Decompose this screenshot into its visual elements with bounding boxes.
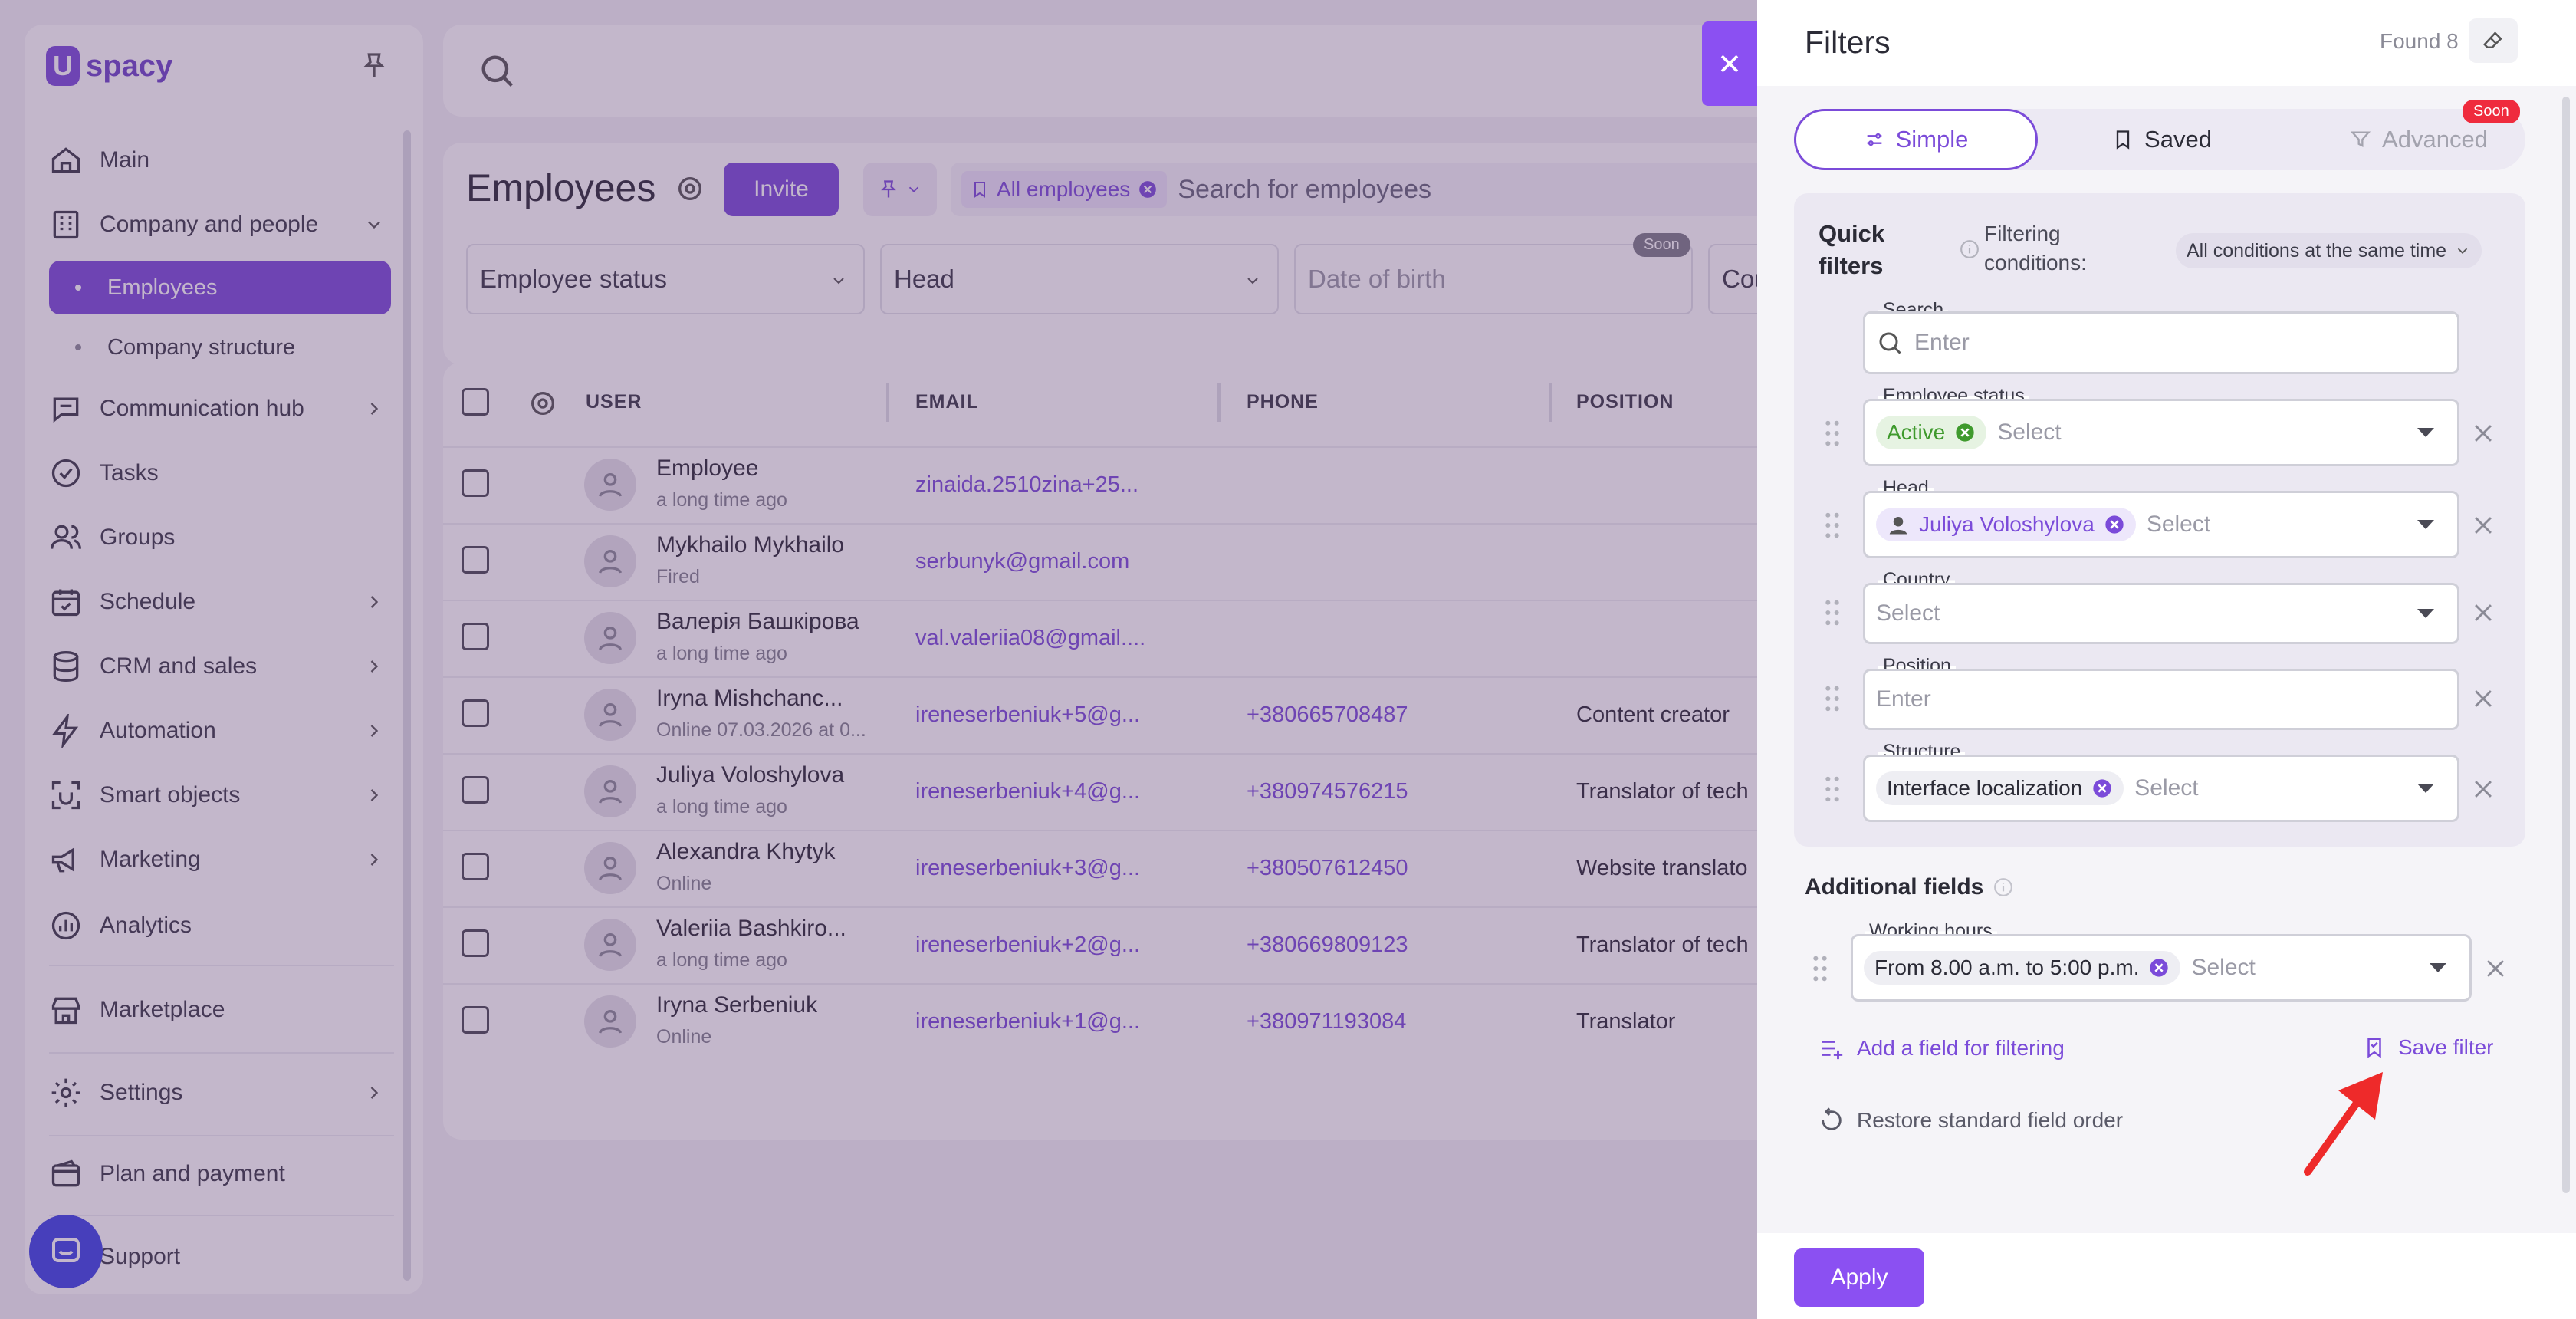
drag-handle-icon[interactable]: [1825, 600, 1840, 626]
tab-label: Advanced: [2382, 126, 2488, 153]
apply-button[interactable]: Apply: [1794, 1248, 1924, 1307]
drag-handle-icon[interactable]: [1825, 512, 1840, 538]
dropdown-caret-icon: [2430, 963, 2446, 972]
select-placeholder: Select: [1876, 600, 1940, 626]
modal-backdrop[interactable]: [0, 0, 1757, 1319]
bookmark-icon: [2116, 130, 2130, 150]
select-placeholder: Select: [2134, 775, 2199, 801]
add-list-icon: [1822, 1041, 1843, 1060]
filter-icon: [2350, 131, 2371, 148]
drawer-scrollbar[interactable]: [2562, 97, 2570, 1193]
structure-field[interactable]: Interface localization Select: [1863, 755, 2459, 822]
select-placeholder: Select: [2146, 511, 2211, 537]
additional-fields-title: Additional fields: [1805, 874, 1984, 900]
avatar-icon: [1889, 517, 1907, 535]
close-circle-icon[interactable]: [2091, 778, 2113, 799]
clear-filters-button[interactable]: [2469, 18, 2518, 63]
link-label: Save filter: [2398, 1035, 2494, 1059]
search-icon: [1879, 332, 1901, 354]
close-circle-icon[interactable]: [2104, 514, 2125, 535]
tab-label: Simple: [1895, 126, 1969, 153]
add-field-link[interactable]: Add a field for filtering: [1819, 1035, 2065, 1061]
search-placeholder: Enter: [1914, 330, 1970, 355]
select-placeholder: Select: [1997, 419, 2062, 445]
dropdown-caret-icon: [2417, 784, 2434, 793]
label-line: Filtering: [1984, 222, 2061, 245]
drag-handle-icon[interactable]: [1825, 776, 1840, 802]
employee-status-field[interactable]: Active Select: [1863, 399, 2459, 466]
chip-label: Active: [1887, 420, 1946, 444]
drawer-title: Filters: [1805, 25, 1891, 60]
close-icon[interactable]: [2470, 512, 2496, 538]
close-icon[interactable]: [2470, 420, 2496, 446]
save-filter-button[interactable]: Save filter: [2363, 1035, 2494, 1060]
select-placeholder: Select: [2191, 955, 2256, 980]
title-line: Quick: [1819, 220, 1885, 247]
close-icon[interactable]: [2470, 686, 2496, 712]
close-icon: [1720, 54, 1739, 73]
sliders-icon: [1867, 133, 1881, 146]
working-hours-field[interactable]: From 8.00 a.m. to 5:00 p.m. Select: [1851, 934, 2472, 1002]
bookmark-icon: [2367, 1038, 2381, 1058]
dropdown-caret-icon: [2417, 609, 2434, 618]
close-circle-icon[interactable]: [2148, 957, 2170, 979]
link-label: Add a field for filtering: [1857, 1036, 2065, 1060]
info-icon[interactable]: [1993, 877, 2013, 897]
drag-handle-icon[interactable]: [1825, 420, 1840, 446]
filtering-conditions-dropdown[interactable]: All conditions at the same time: [2176, 233, 2482, 268]
drag-handle-icon[interactable]: [1812, 956, 1828, 982]
position-field[interactable]: Enter: [1863, 669, 2459, 730]
close-drawer-button[interactable]: [1702, 21, 1757, 106]
head-chip: Juliya Voloshylova: [1876, 508, 2136, 541]
structure-chip: Interface localization: [1876, 771, 2124, 805]
quick-filters-title: Quick filters: [1819, 218, 1884, 282]
dropdown-caret-icon: [2417, 520, 2434, 529]
tab-label: Saved: [2144, 126, 2212, 153]
tab-saved[interactable]: Saved: [2070, 109, 2254, 170]
head-field[interactable]: Juliya Voloshylova Select: [1863, 491, 2459, 558]
soon-badge: Soon: [2463, 100, 2520, 123]
filtering-conditions-label: Filtering conditions:: [1984, 219, 2087, 278]
close-icon[interactable]: [2470, 600, 2496, 626]
dropdown-caret-icon: [2417, 428, 2434, 437]
chevron-down-icon: [2457, 248, 2468, 255]
chip-label: Interface localization: [1887, 776, 2083, 800]
active-chip: Active: [1876, 416, 1987, 449]
label-line: conditions:: [1984, 251, 2087, 275]
close-circle-icon[interactable]: [1954, 422, 1976, 443]
dropdown-value: All conditions at the same time: [2187, 239, 2447, 261]
close-icon[interactable]: [2482, 956, 2509, 982]
annotation-arrow-icon: [2304, 1072, 2383, 1176]
search-field[interactable]: Enter: [1863, 311, 2459, 374]
country-field[interactable]: Select: [1863, 583, 2459, 644]
title-line: filters: [1819, 252, 1884, 279]
info-icon[interactable]: [1960, 239, 1980, 259]
tab-simple[interactable]: Simple: [1794, 109, 2038, 170]
chip-label: From 8.00 a.m. to 5:00 p.m.: [1875, 956, 2140, 979]
restore-icon: [1822, 1107, 1842, 1130]
link-label: Restore standard field order: [1857, 1108, 2124, 1132]
restore-order-button[interactable]: Restore standard field order: [1819, 1107, 2123, 1133]
input-placeholder: Enter: [1876, 686, 1931, 712]
chip-label: Juliya Voloshylova: [1919, 512, 2095, 536]
close-icon[interactable]: [2470, 776, 2496, 802]
found-count: Found 8: [2380, 29, 2459, 53]
drag-handle-icon[interactable]: [1825, 686, 1840, 712]
working-hours-chip: From 8.00 a.m. to 5:00 p.m.: [1864, 951, 2181, 985]
eraser-icon: [2483, 31, 2502, 48]
